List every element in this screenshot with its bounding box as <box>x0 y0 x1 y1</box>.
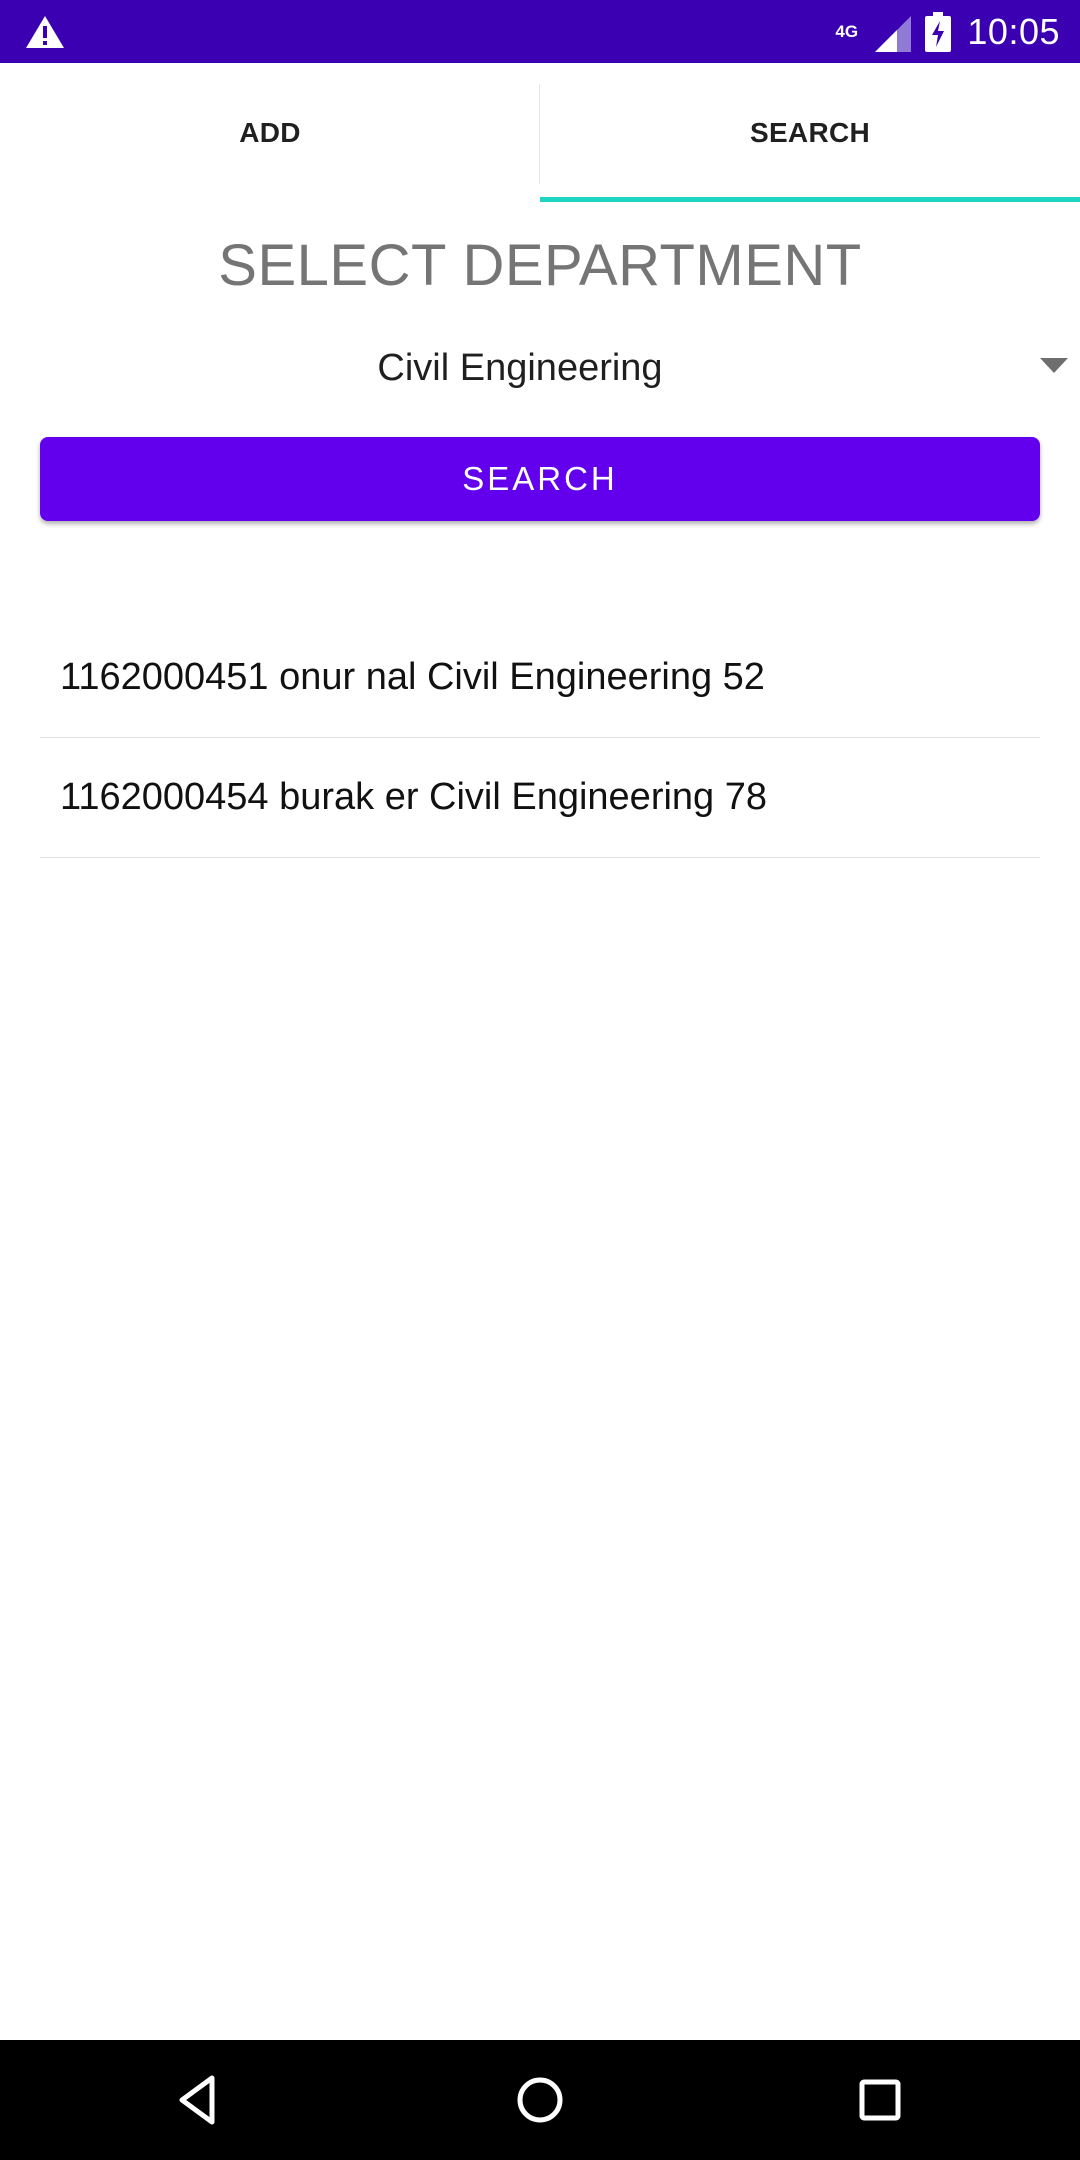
tab-add-label: ADD <box>239 116 301 148</box>
department-selected-value: Civil Engineering <box>377 347 663 389</box>
warning-icon <box>26 16 64 48</box>
status-icons: 4G 10:05 <box>835 0 1060 63</box>
list-item-text: 1162000451 onur nal Civil Engineering 52 <box>60 656 765 698</box>
tab-bar: ADD SEARCH <box>0 63 1080 202</box>
search-button[interactable]: SEARCH <box>40 437 1040 521</box>
search-button-label: SEARCH <box>462 460 618 497</box>
department-dropdown[interactable]: Civil Engineering <box>0 332 1080 404</box>
list-item-text: 1162000454 burak er Civil Engineering 78 <box>60 776 768 818</box>
results-list: 1162000451 onur nal Civil Engineering 52… <box>40 618 1040 858</box>
network-type-label: 4G <box>835 21 859 41</box>
navigation-bar <box>0 2040 1080 2160</box>
signal-indicator: 4G <box>835 12 912 52</box>
back-icon[interactable] <box>170 2070 230 2130</box>
recents-icon[interactable] <box>850 2070 910 2130</box>
clock: 10:05 <box>967 10 1060 52</box>
status-bar: 4G 10:05 <box>0 0 1080 63</box>
tab-divider <box>539 84 540 184</box>
battery-charging-icon <box>925 11 952 52</box>
list-item[interactable]: 1162000451 onur nal Civil Engineering 52 <box>40 618 1040 738</box>
tab-search[interactable]: SEARCH <box>540 63 1080 202</box>
list-item[interactable]: 1162000454 burak er Civil Engineering 78 <box>40 738 1040 858</box>
signal-icon <box>875 15 912 52</box>
tab-search-label: SEARCH <box>749 116 871 148</box>
dropdown-arrow-icon <box>1040 358 1068 373</box>
tab-add[interactable]: ADD <box>0 63 540 202</box>
home-icon[interactable] <box>510 2070 570 2130</box>
tab-selected-indicator <box>540 197 1080 202</box>
page-title: SELECT DEPARTMENT <box>218 233 862 298</box>
